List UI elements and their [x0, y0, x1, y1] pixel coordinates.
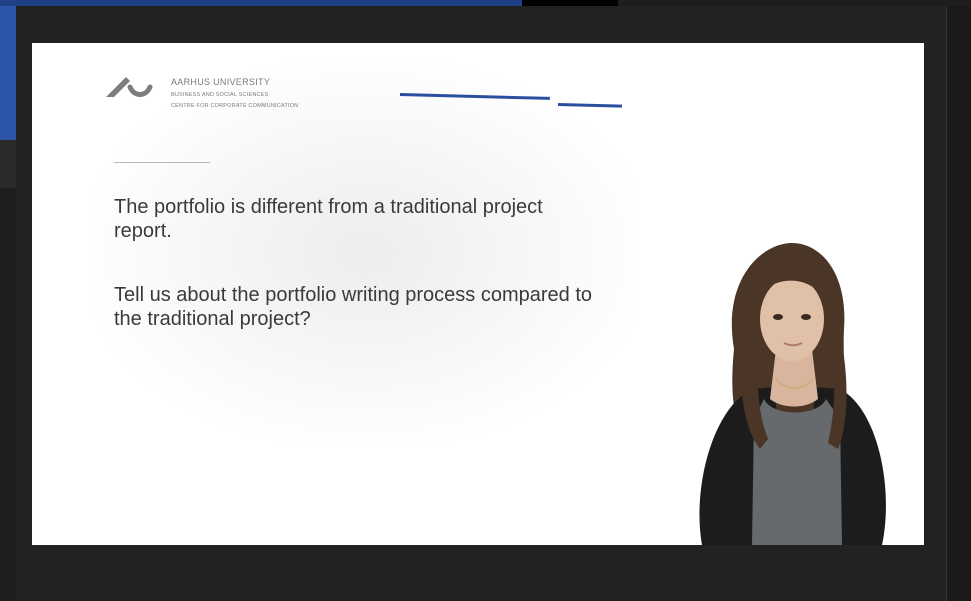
video-player[interactable]: AARHUS UNIVERSITY BUSINESS AND SOCIAL SC…	[16, 6, 946, 601]
video-frame[interactable]: AARHUS UNIVERSITY BUSINESS AND SOCIAL SC…	[32, 43, 924, 545]
question-1: The portfolio is different from a tradit…	[114, 196, 543, 242]
university-logo-text: AARHUS UNIVERSITY BUSINESS AND SOCIAL SC…	[171, 77, 298, 109]
aarhus-university-logo-icon	[106, 77, 153, 97]
university-faculty: BUSINESS AND SOCIAL SCIENCES	[171, 92, 269, 98]
background-window-edge	[0, 140, 16, 188]
window-right-edge	[946, 6, 971, 601]
university-name: AARHUS UNIVERSITY	[171, 77, 271, 87]
question-2: Tell us about the portfolio writing proc…	[114, 284, 593, 330]
presenter-figure	[699, 243, 886, 545]
screen-glare	[90, 63, 640, 443]
university-centre: CENTRE FOR CORPORATE COMMUNICATION	[171, 103, 299, 109]
slide-divider	[114, 162, 210, 163]
